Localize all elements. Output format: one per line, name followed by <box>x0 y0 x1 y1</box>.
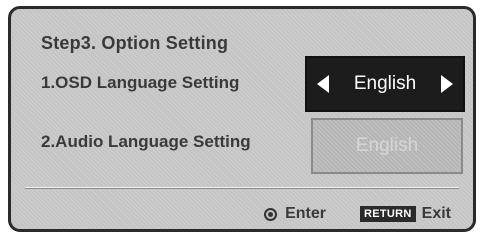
arrow-right-icon[interactable] <box>440 75 453 93</box>
return-key-badge: RETURN <box>360 206 416 222</box>
osd-language-value: English <box>353 73 417 94</box>
enter-icon <box>264 207 278 221</box>
step-title: Step3. Option Setting <box>41 33 229 53</box>
osd-language-selector[interactable]: English <box>305 56 465 112</box>
audio-language-selector[interactable]: English <box>311 118 463 174</box>
audio-language-label: 2.Audio Language Setting <box>41 132 251 151</box>
audio-language-value: English <box>355 135 419 156</box>
osd-language-label: 1.OSD Language Setting <box>41 73 240 92</box>
exit-label: Exit <box>421 205 451 222</box>
arrow-left-icon[interactable] <box>317 75 329 93</box>
option-setting-panel: Step3. Option Setting 1.OSD Language Set… <box>8 6 476 232</box>
footer-hints: Enter RETURN Exit <box>264 205 451 223</box>
divider <box>25 187 459 189</box>
enter-label: Enter <box>285 205 327 222</box>
